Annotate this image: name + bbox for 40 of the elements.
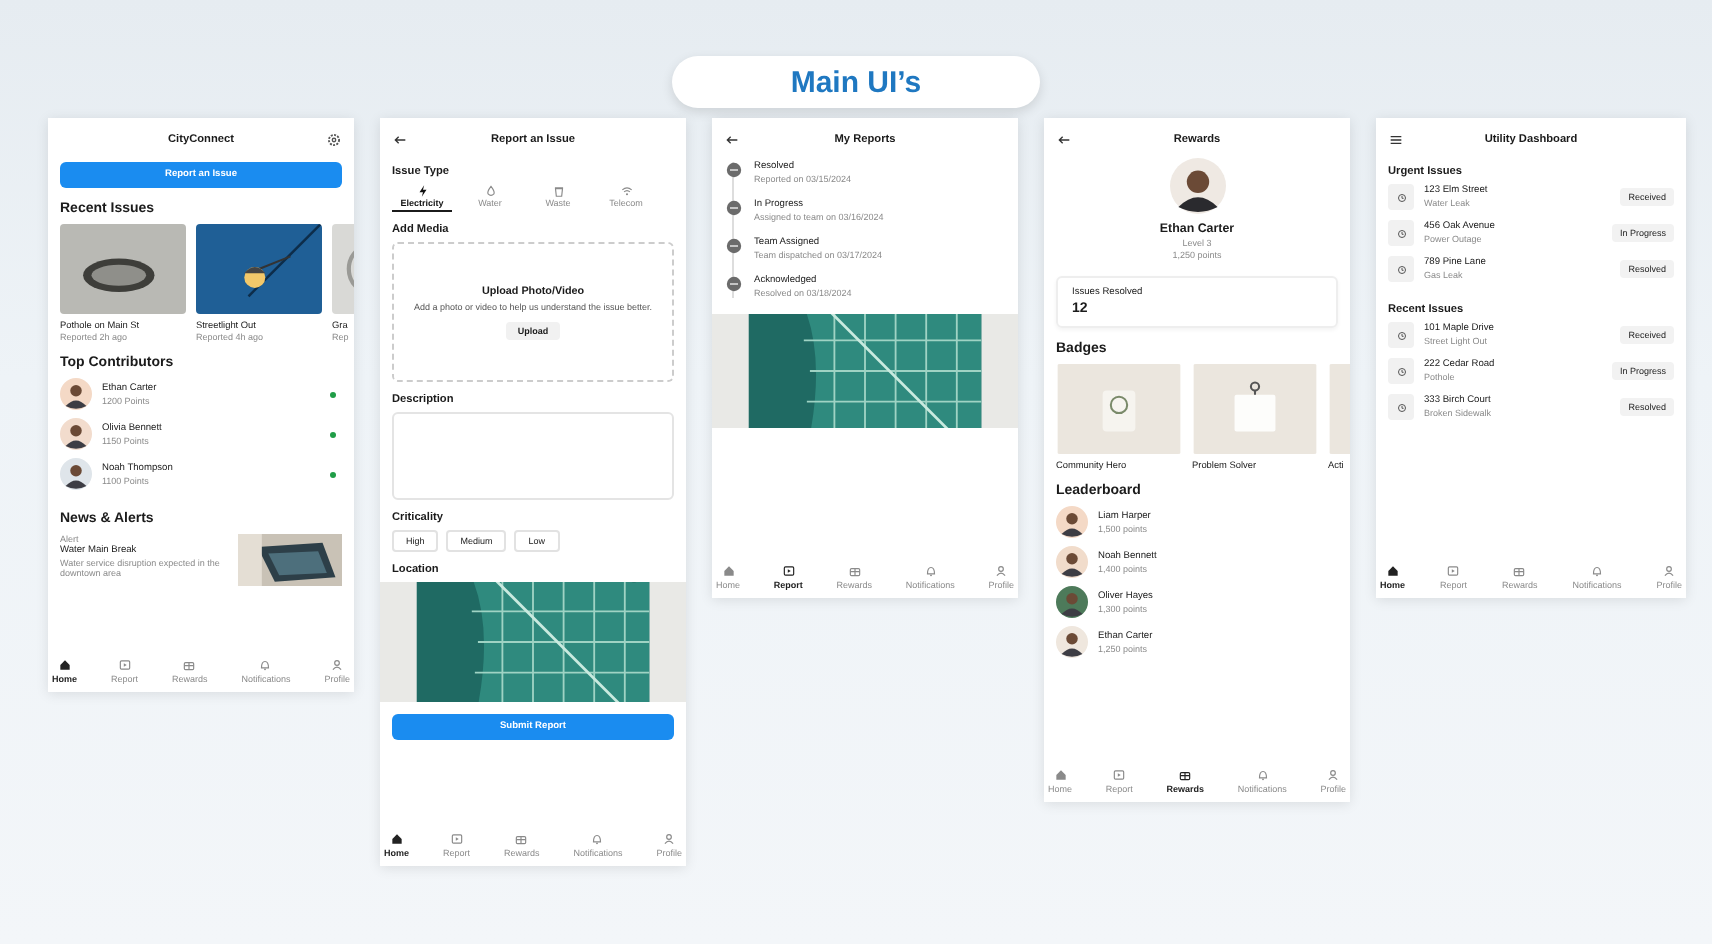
back-icon[interactable]	[724, 132, 740, 148]
clock-icon	[1395, 263, 1407, 275]
trash-icon	[551, 184, 565, 198]
page-title: Main UI’s	[672, 56, 1040, 108]
avatar-icon	[1056, 546, 1088, 578]
gift-icon[interactable]	[1178, 768, 1193, 782]
drop-icon	[483, 184, 497, 198]
profile-icon[interactable]	[1662, 564, 1677, 578]
description-field[interactable]	[392, 412, 674, 500]
menu-icon[interactable]	[1388, 132, 1404, 148]
profile-icon[interactable]	[662, 832, 677, 846]
back-icon[interactable]	[1056, 132, 1072, 148]
back-icon[interactable]	[392, 132, 408, 148]
home-icon[interactable]	[57, 658, 72, 672]
wifi-icon	[619, 184, 633, 198]
profile-icon[interactable]	[994, 564, 1009, 578]
clock-icon	[1395, 329, 1407, 341]
clock-icon	[1395, 401, 1407, 413]
avatar-icon	[60, 458, 92, 490]
bell-icon[interactable]	[258, 658, 273, 672]
profile-icon[interactable]	[330, 658, 345, 672]
avatar-icon	[1056, 506, 1088, 538]
avatar-icon	[60, 378, 92, 410]
bell-icon[interactable]	[1589, 564, 1604, 578]
avatar-icon	[1056, 586, 1088, 618]
home-icon[interactable]	[389, 832, 404, 846]
profile-icon[interactable]	[1326, 768, 1341, 782]
clock-icon	[1395, 365, 1407, 377]
settings-icon[interactable]	[326, 132, 342, 148]
bell-icon[interactable]	[923, 564, 938, 578]
bolt-icon	[415, 184, 429, 198]
avatar-icon	[1056, 626, 1088, 658]
avatar-icon	[60, 418, 92, 450]
avatar-icon	[1169, 158, 1225, 214]
home-icon[interactable]	[1385, 564, 1400, 578]
report-icon[interactable]	[781, 564, 796, 578]
clock-icon	[1395, 191, 1407, 203]
bell-icon[interactable]	[590, 832, 605, 846]
bell-icon[interactable]	[1255, 768, 1270, 782]
clock-icon	[1395, 227, 1407, 239]
